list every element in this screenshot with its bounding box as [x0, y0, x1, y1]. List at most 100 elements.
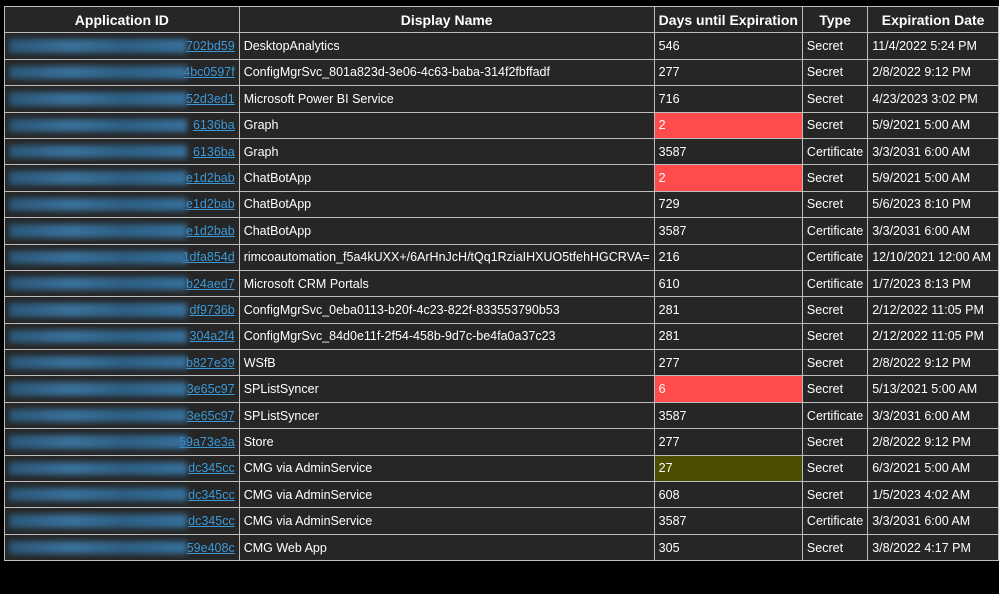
application-id-link[interactable]: 4bc0597f	[183, 65, 234, 79]
application-id-cell: 4bc0597f	[4, 58, 240, 87]
expiration-date-cell: 3/3/2031 6:00 AM	[867, 507, 999, 535]
application-id-link[interactable]: 59e408c	[187, 541, 235, 555]
redacted-id-blur	[9, 92, 187, 106]
table-row: b24aed7 Microsoft CRM Portals 610 Certifica…	[4, 269, 999, 298]
type-cell: Secret	[801, 296, 869, 324]
expiration-date-cell: 12/10/2021 12:00 AM	[867, 243, 999, 271]
table-row: 702bd59 DesktopAnalytics 546 Secret 11/4/202…	[4, 32, 999, 60]
application-id-link[interactable]: 1dfa854d	[183, 250, 235, 264]
application-id-link[interactable]: b827e39	[186, 356, 235, 370]
days-until-expiration-cell: 281	[653, 322, 803, 351]
expiration-date-cell: 4/23/2023 3:02 PM	[867, 85, 999, 113]
application-id-link[interactable]: 702bd59	[186, 39, 235, 53]
expiration-date-cell: 3/8/2022 4:17 PM	[867, 533, 999, 562]
table-row: b827e39 WSfB 277 Secret 2/8/2022 9:12 PM	[4, 349, 999, 377]
days-until-expiration-cell: 3587	[653, 507, 803, 535]
redacted-id-blur	[9, 65, 187, 80]
expiration-date-cell: 3/3/2031 6:00 AM	[867, 401, 999, 430]
redacted-id-blur	[9, 171, 187, 185]
table-row: e1d2bab ChatBotApp 729 Secret 5/6/2023 8:10 …	[4, 190, 999, 219]
redacted-id-blur	[9, 435, 187, 449]
application-id-link[interactable]: dc345cc	[188, 514, 235, 528]
days-until-expiration-cell: 3587	[653, 137, 803, 166]
application-id-cell: 59e408c	[4, 533, 240, 562]
application-id-link[interactable]: 3e65c97	[187, 409, 235, 423]
application-id-cell: 702bd59	[4, 32, 240, 60]
application-id-link[interactable]: 304a2f4	[190, 329, 235, 343]
type-cell: Secret	[801, 190, 869, 219]
type-cell: Secret	[801, 428, 869, 456]
type-cell: Secret	[801, 454, 869, 483]
table-row: 3e65c97 SPListSyncer 6 Secret 5/13/2021 5:00…	[4, 375, 999, 403]
application-id-cell: 304a2f4	[4, 322, 240, 351]
type-cell: Certificate	[801, 507, 869, 535]
table-row: dc345cc CMG via AdminService 27 Secret 6/3/2…	[4, 454, 999, 483]
application-id-link[interactable]: 6136ba	[193, 145, 235, 159]
redacted-id-blur	[9, 408, 187, 423]
expiration-date-cell: 3/3/2031 6:00 AM	[867, 217, 999, 245]
application-id-link[interactable]: e1d2bab	[186, 171, 235, 185]
type-cell: Secret	[801, 58, 869, 87]
expiration-date-cell: 6/3/2021 5:00 AM	[867, 454, 999, 483]
table-row: 6136ba Graph 3587 Certificate 3/3/2031 6:00 …	[4, 137, 999, 166]
header-display-name: Display Name	[238, 5, 655, 34]
display-name-cell: CMG via AdminService	[238, 481, 655, 509]
expiration-date-cell: 5/13/2021 5:00 AM	[867, 375, 999, 403]
application-id-cell: dc345cc	[4, 507, 240, 535]
application-id-link[interactable]: dc345cc	[188, 488, 235, 502]
display-name-cell: ConfigMgrSvc_84d0e11f-2f54-458b-9d7c-be4…	[238, 322, 655, 351]
redacted-id-blur	[9, 118, 187, 132]
expiration-date-cell: 3/3/2031 6:00 AM	[867, 137, 999, 166]
application-id-cell: e1d2bab	[4, 217, 240, 245]
application-id-link[interactable]: df9736b	[190, 303, 235, 317]
application-id-cell: df9736b	[4, 296, 240, 324]
header-expiration-date: Expiration Date	[867, 5, 999, 34]
display-name-cell: Graph	[238, 137, 655, 166]
redacted-id-blur	[9, 356, 187, 370]
type-cell: Certificate	[801, 401, 869, 430]
redacted-id-blur	[9, 197, 187, 212]
type-cell: Secret	[801, 32, 869, 60]
type-cell: Certificate	[801, 137, 869, 166]
expiration-date-cell: 5/6/2023 8:10 PM	[867, 190, 999, 219]
application-id-cell: 6136ba	[4, 137, 240, 166]
display-name-cell: SPListSyncer	[238, 401, 655, 430]
days-until-expiration-cell: 305	[653, 533, 803, 562]
type-cell: Secret	[801, 111, 869, 139]
redacted-id-blur	[9, 276, 187, 291]
type-cell: Certificate	[801, 269, 869, 298]
application-id-link[interactable]: b24aed7	[186, 277, 235, 291]
days-until-expiration-cell: 2	[653, 111, 803, 139]
application-id-link[interactable]: 6136ba	[193, 118, 235, 132]
display-name-cell: Microsoft CRM Portals	[238, 269, 655, 298]
redacted-id-blur	[9, 303, 187, 317]
application-id-cell: b24aed7	[4, 269, 240, 298]
days-until-expiration-cell: 277	[653, 428, 803, 456]
application-id-link[interactable]: e1d2bab	[186, 224, 235, 238]
application-id-cell: 59a73e3a	[4, 428, 240, 456]
type-cell: Secret	[801, 85, 869, 113]
application-id-link[interactable]: 3e65c97	[187, 382, 235, 396]
display-name-cell: ConfigMgrSvc_801a823d-3e06-4c63-baba-314…	[238, 58, 655, 87]
days-until-expiration-cell: 277	[653, 58, 803, 87]
application-id-link[interactable]: dc345cc	[188, 461, 235, 475]
application-id-link[interactable]: 59a73e3a	[179, 435, 235, 449]
redacted-id-blur	[9, 540, 187, 555]
display-name-cell: rimcoautomation_f5a4kUXX+/6ArHnJcH/tQq1R…	[238, 243, 655, 271]
application-id-link[interactable]: 52d3ed1	[186, 92, 235, 106]
report-container: Application ID Display Name Days until E…	[4, 5, 999, 562]
table-header-row: Application ID Display Name Days until E…	[4, 5, 999, 34]
table-row: 6136ba Graph 2 Secret 5/9/2021 5:00 AM	[4, 111, 999, 139]
days-until-expiration-cell: 716	[653, 85, 803, 113]
table-row: 52d3ed1 Microsoft Power BI Service 716 Secr…	[4, 85, 999, 113]
application-id-cell: e1d2bab	[4, 164, 240, 192]
display-name-cell: ChatBotApp	[238, 217, 655, 245]
display-name-cell: CMG Web App	[238, 533, 655, 562]
days-until-expiration-cell: 281	[653, 296, 803, 324]
days-until-expiration-cell: 27	[653, 454, 803, 483]
display-name-cell: Microsoft Power BI Service	[238, 85, 655, 113]
application-id-link[interactable]: e1d2bab	[186, 197, 235, 211]
table-row: 59e408c CMG Web App 305 Secret 3/8/2022 4:17…	[4, 533, 999, 562]
redacted-id-blur	[9, 461, 187, 476]
expiration-date-cell: 5/9/2021 5:00 AM	[867, 164, 999, 192]
